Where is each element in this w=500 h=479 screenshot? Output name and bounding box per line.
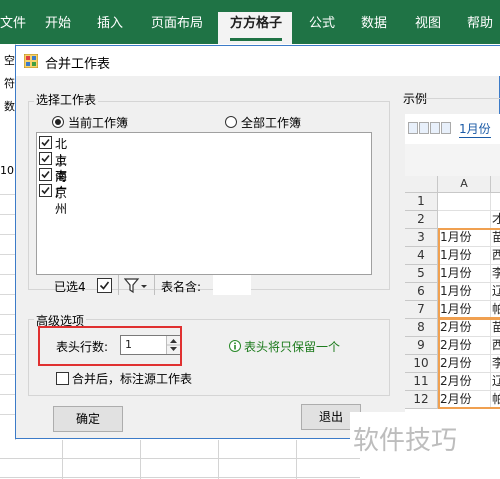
example-cell [491, 193, 500, 211]
column-header-b [491, 176, 500, 193]
gridline [0, 294, 15, 295]
gridline [0, 314, 15, 315]
example-cell [438, 211, 491, 229]
gridline [0, 414, 15, 415]
gridline [0, 234, 15, 235]
tab-view[interactable]: 视图 [415, 12, 441, 31]
gridline [0, 254, 15, 255]
bg-char-1: 空 [4, 54, 15, 67]
example-sheet-tab: 1月份 [459, 122, 491, 138]
dialog-titlebar: 合并工作表 [16, 46, 500, 76]
tab-insert[interactable]: 插入 [97, 12, 123, 31]
selected-count: 已选4 [54, 280, 86, 294]
radio-all-workbooks-label: 全部工作簿 [241, 116, 302, 130]
gridline [140, 440, 141, 479]
prev-sheet-icon [419, 122, 429, 134]
gridline [218, 440, 219, 479]
sheet-name-contains-input[interactable] [213, 275, 251, 295]
mark-source-label: 合并后，标注源工作表 [72, 372, 193, 386]
example-highlight-jan [438, 228, 500, 319]
radio-current-workbook-label: 当前工作簿 [68, 116, 129, 130]
bg-char-2: 符 [4, 77, 15, 90]
gridline [0, 458, 360, 459]
example-highlight-feb [438, 318, 500, 409]
gridline [0, 214, 15, 215]
first-sheet-icon [408, 122, 418, 134]
sheet-name: 广州 [55, 185, 68, 216]
row-header: 4 [405, 247, 438, 265]
watermark-text: 软件技巧 [353, 426, 458, 456]
tab-help[interactable]: 帮助 [467, 12, 493, 31]
gridline [0, 354, 15, 355]
tab-page-layout[interactable]: 页面布局 [151, 12, 203, 31]
row-header: 11 [405, 373, 438, 391]
example-gap [405, 144, 500, 178]
last-sheet-icon [441, 122, 451, 134]
bg-char-3: 数 [4, 100, 15, 113]
row-header: 2 [405, 211, 438, 229]
sheet-checkbox[interactable] [39, 152, 52, 165]
row-header: 5 [405, 265, 438, 283]
header-info-text: 表头将只保留一个 [244, 340, 341, 354]
gridline [0, 374, 15, 375]
tab-home[interactable]: 开始 [45, 12, 71, 31]
radio-all-workbooks[interactable] [225, 116, 237, 128]
gridline [0, 394, 15, 395]
sheet-nav: 1月份 [407, 122, 500, 138]
mark-source-checkbox[interactable] [56, 372, 69, 385]
row-header: 10 [405, 355, 438, 373]
app-icon [24, 54, 38, 68]
row-header: 12 [405, 391, 438, 409]
divider [118, 275, 119, 295]
bg-cell-ref: 10 [0, 164, 14, 177]
row-header: 6 [405, 283, 438, 301]
ok-button[interactable]: 确定 [53, 406, 123, 432]
dialog-title: 合并工作表 [45, 57, 111, 72]
gridline [62, 440, 63, 479]
tab-data[interactable]: 数据 [361, 12, 387, 31]
tab-file[interactable]: 文件 [0, 12, 26, 31]
merge-sheets-dialog: 合并工作表 选择工作表 当前工作簿 全部工作簿 北京 上海 南京 广州 已选4 … [15, 45, 500, 440]
gridline [0, 477, 360, 478]
sheet-checkbox[interactable] [39, 168, 52, 181]
select-sheets-group-title: 选择工作表 [34, 91, 99, 108]
radio-current-workbook[interactable] [52, 116, 64, 128]
filter-icon[interactable] [124, 278, 148, 294]
tab-ffgz[interactable]: 方方格子 [230, 12, 282, 31]
info-icon [229, 340, 241, 352]
row-header: 9 [405, 337, 438, 355]
divider [420, 98, 500, 99]
sheet-name-contains-label: 表名含: [161, 280, 202, 294]
highlight-box [38, 326, 182, 366]
sheet-listbox[interactable]: 北京 上海 南京 广州 [36, 132, 372, 275]
sheet-checkbox[interactable] [39, 136, 52, 149]
tab-formulas[interactable]: 公式 [309, 12, 335, 31]
next-sheet-icon [430, 122, 440, 134]
sheet-checkbox[interactable] [39, 184, 52, 197]
divider [154, 275, 155, 295]
example-cell [438, 193, 491, 211]
sheet-background-left: 空 符 数 10 [0, 44, 16, 479]
sheet-background-bottom [0, 440, 360, 479]
column-header-a: A [438, 176, 491, 193]
row-header: 7 [405, 301, 438, 319]
row-header: 8 [405, 319, 438, 337]
ribbon: 文件 开始 插入 页面布局 方方格子 公式 数据 视图 帮助 [0, 0, 500, 44]
row-header: 1 [405, 193, 438, 211]
select-all-checkbox[interactable] [97, 278, 112, 293]
gridline [0, 194, 15, 195]
active-tab-underline [230, 38, 282, 41]
example-cell: 才 [491, 211, 500, 229]
corner-header [405, 176, 438, 193]
gridline [296, 440, 297, 479]
example-preview: 1月份 A 1 2 3 4 5 6 7 8 9 10 11 12 1月份 1月份… [405, 114, 500, 440]
gridline [0, 334, 15, 335]
gridline [0, 274, 15, 275]
row-header: 3 [405, 229, 438, 247]
